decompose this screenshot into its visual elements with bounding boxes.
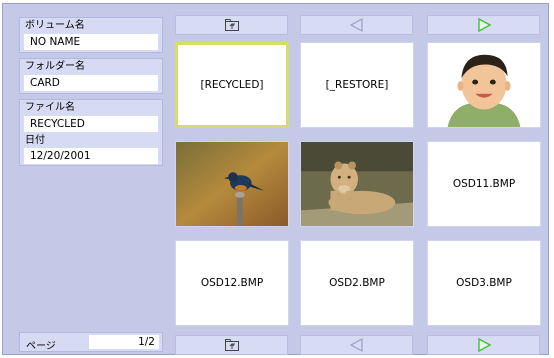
date-value: 12/20/2001 (24, 148, 158, 164)
grid-item-label: OSD12.BMP (200, 277, 264, 289)
volume-panel: ボリューム名 NO NAME (19, 17, 163, 53)
bird-photo-thumbnail (176, 142, 288, 226)
parent-folder-button-bottom[interactable] (175, 335, 288, 355)
grid-item-photo-bird[interactable] (175, 141, 289, 227)
triangle-right-icon (477, 18, 491, 32)
parent-folder-button-top[interactable] (175, 15, 288, 35)
triangle-left-icon (349, 18, 363, 32)
date-label: 日付 (25, 135, 45, 146)
folder-up-icon (224, 19, 239, 31)
folder-value: CARD (24, 75, 158, 91)
next-page-button-top[interactable] (427, 15, 540, 35)
grid-item-photo-child[interactable] (427, 42, 541, 128)
page-label: ページ (26, 341, 56, 352)
lion-photo-thumbnail (301, 142, 413, 226)
grid-item-photo-lion[interactable] (300, 141, 414, 227)
grid-item-label: [_RESTORE] (325, 79, 389, 91)
grid-item-recycled[interactable]: [RECYCLED] (175, 42, 289, 128)
grid-item-label: [RECYCLED] (200, 79, 264, 91)
triangle-left-icon (349, 338, 363, 352)
prev-page-button-bottom[interactable] (300, 335, 413, 355)
grid-item-label: OSD3.BMP (456, 277, 512, 289)
grid-item-osd3[interactable]: OSD3.BMP (427, 240, 541, 326)
triangle-right-icon (477, 338, 491, 352)
grid-item-osd2[interactable]: OSD2.BMP (300, 240, 414, 326)
grid-item-label: OSD11.BMP (452, 178, 516, 190)
folder-up-icon (224, 339, 239, 351)
grid-item-osd12[interactable]: OSD12.BMP (175, 240, 289, 326)
file-browser-screen: ボリューム名 NO NAME フォルダー名 CARD ファイル名 RECYCLE… (2, 3, 549, 355)
volume-value: NO NAME (24, 34, 158, 50)
file-value: RECYCLED (24, 116, 158, 132)
page-value: 1/2 (89, 335, 159, 349)
child-photo-thumbnail (428, 43, 540, 127)
prev-page-button-top[interactable] (300, 15, 413, 35)
folder-label: フォルダー名 (25, 61, 85, 72)
grid-item-label: OSD2.BMP (329, 277, 385, 289)
volume-label: ボリューム名 (25, 20, 85, 31)
page-indicator: ページ 1/2 (19, 332, 163, 352)
file-label: ファイル名 (25, 102, 75, 113)
grid-item-restore[interactable]: [_RESTORE] (300, 42, 414, 128)
grid-item-osd11[interactable]: OSD11.BMP (427, 141, 541, 227)
next-page-button-bottom[interactable] (427, 335, 540, 355)
file-info-panel: ファイル名 RECYCLED 日付 12/20/2001 (19, 99, 163, 166)
folder-panel: フォルダー名 CARD (19, 58, 163, 94)
